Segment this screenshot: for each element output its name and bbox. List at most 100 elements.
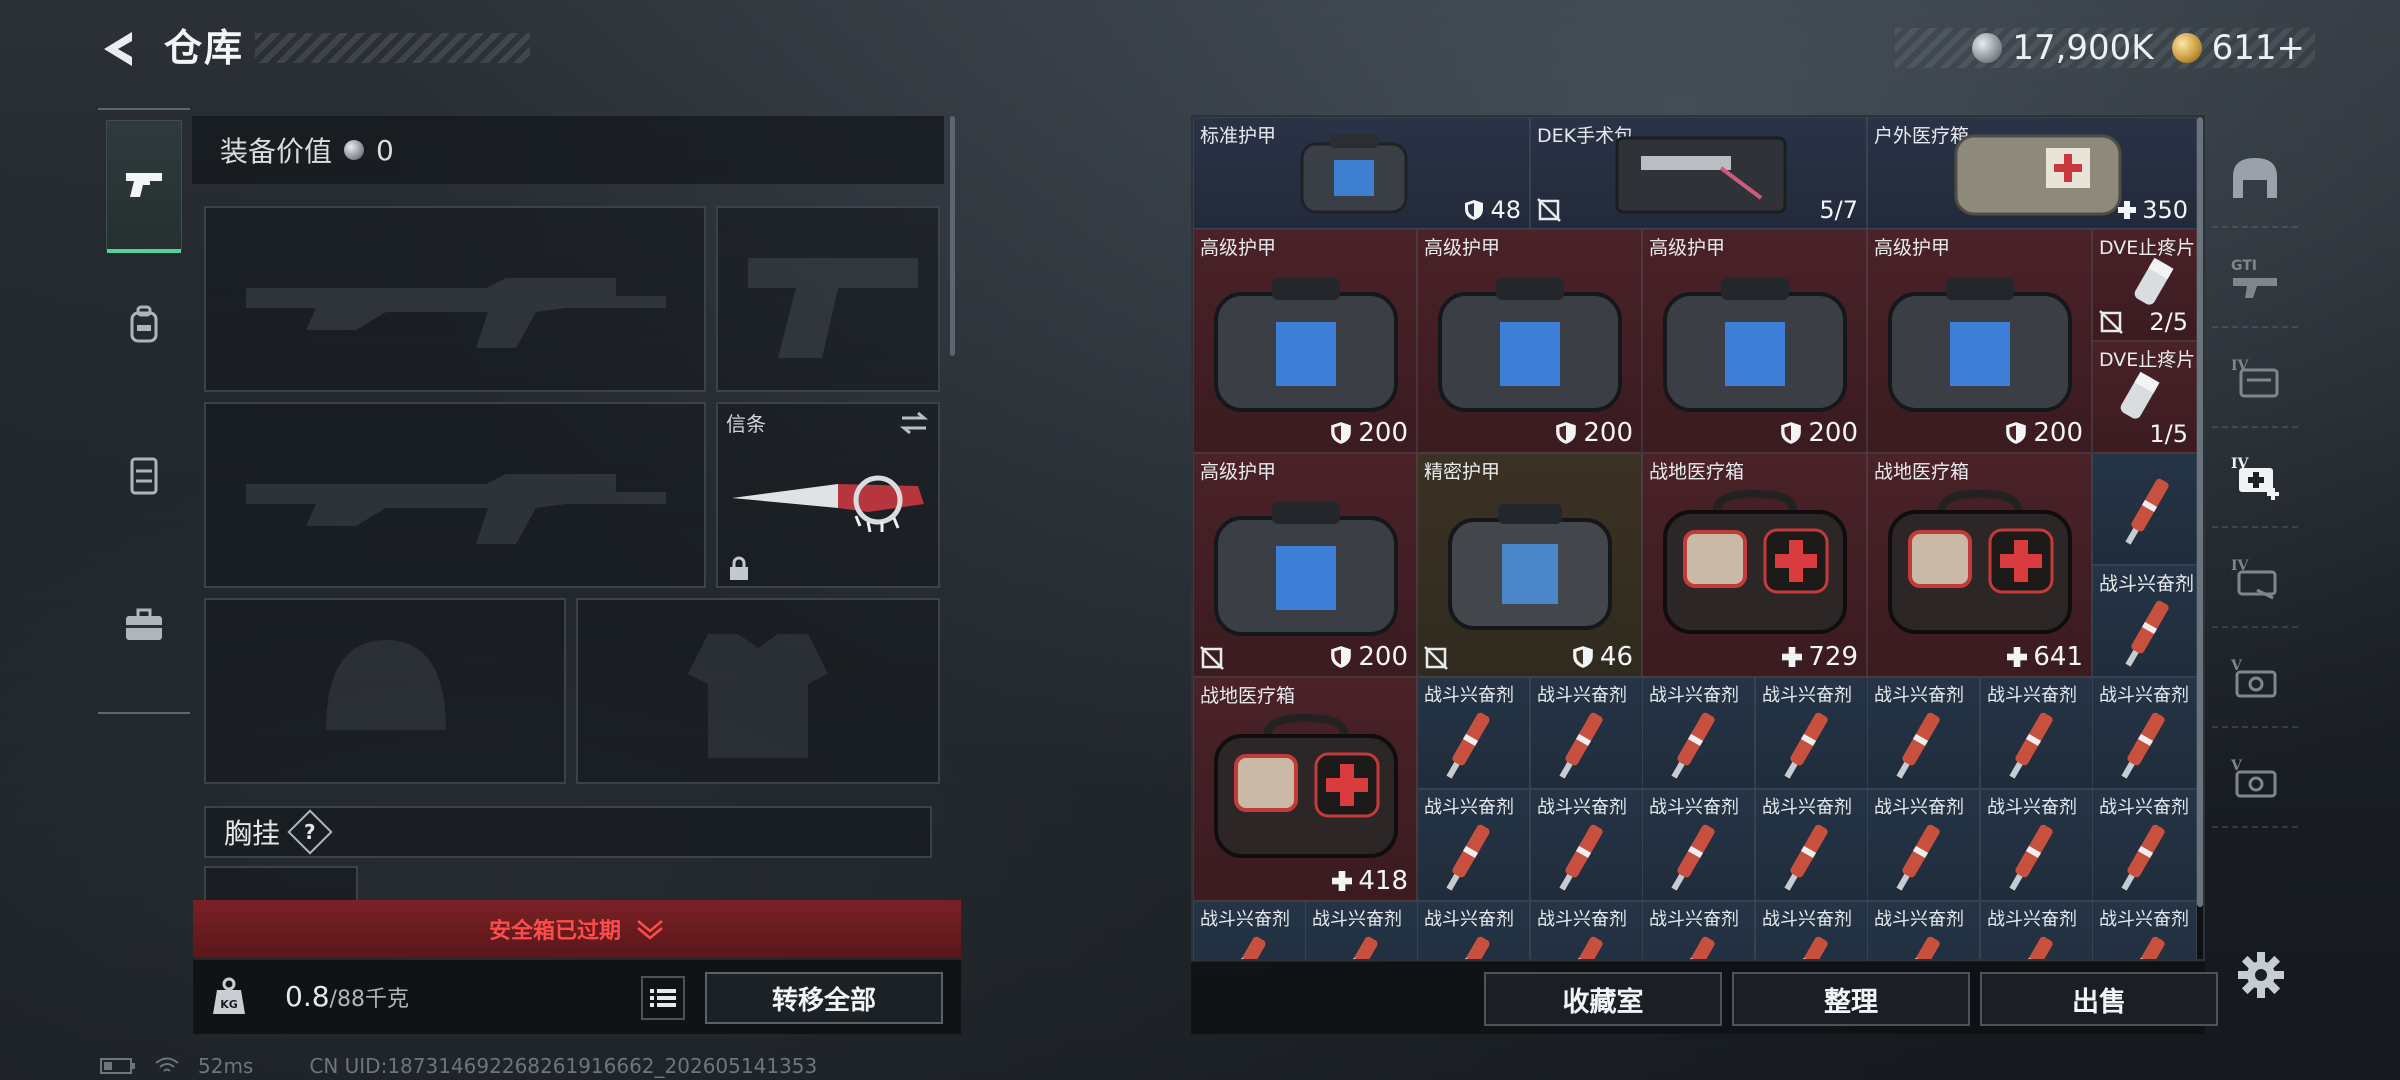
melee-slot[interactable]: 信条 <box>716 402 940 588</box>
item-stat: 2/5 <box>2149 308 2188 336</box>
item-advanced-armor[interactable]: 高级护甲 200 <box>1867 229 2092 453</box>
body-armor-slot[interactable] <box>576 598 940 784</box>
item-stat: 48 <box>1464 196 1521 224</box>
lock-icon <box>730 556 748 580</box>
rifle-silhouette-icon <box>246 278 666 348</box>
item-field-medkit[interactable]: 战地医疗箱 418 <box>1193 677 1417 901</box>
item-dek-surgery-kit[interactable]: DEK手术包 5/7 <box>1530 117 1867 229</box>
item-combat-stimulant[interactable]: 战斗兴奋剂 <box>1530 789 1643 901</box>
item-combat-stimulant[interactable]: 战斗兴奋剂 <box>1530 677 1643 789</box>
rail-case-tab[interactable] <box>106 560 182 690</box>
item-combat-stimulant[interactable]: 战斗兴奋剂 <box>1867 789 1980 901</box>
warehouse-scrollbar[interactable] <box>2197 117 2203 907</box>
stim-injector-icon <box>2127 936 2165 959</box>
item-advanced-armor[interactable]: 高级护甲 200 <box>1193 453 1417 677</box>
item-combat-stimulant[interactable]: 战斗兴奋剂 <box>1980 789 2093 901</box>
stim-injector-icon <box>2125 478 2169 545</box>
item-combat-stimulant[interactable]: 战斗兴奋剂 <box>1980 677 2093 789</box>
warehouse-category-rail: GTI IV IV IV V V <box>2212 114 2298 920</box>
currency-bar: 17,900K 611+ <box>1895 28 2315 68</box>
item-field-medkit[interactable]: 战地医疗箱 641 <box>1867 453 2092 677</box>
item-advanced-armor[interactable]: 高级护甲 200 <box>1193 229 1417 453</box>
item-dve-painkiller[interactable]: DVE止疼片 1/5 <box>2092 341 2197 453</box>
item-name: 战斗兴奋剂 <box>1424 797 1514 818</box>
category-all[interactable] <box>2212 128 2298 228</box>
item-field-medkit[interactable]: 战地医疗箱 729 <box>1642 453 1867 677</box>
shield-icon <box>2006 422 2027 444</box>
item-combat-stimulant[interactable]: 战斗兴奋剂 <box>1867 677 1980 789</box>
primary-weapon-slot-1[interactable] <box>204 206 706 392</box>
category-v-items[interactable]: V <box>2212 628 2298 728</box>
category-gti-weapons[interactable]: GTI <box>2212 228 2298 328</box>
swap-icon[interactable] <box>898 410 930 436</box>
item-combat-stimulant[interactable]: 战斗兴奋剂 <box>1417 677 1530 789</box>
help-icon[interactable]: ? <box>287 809 333 855</box>
item-combat-stimulant[interactable]: 战斗兴奋剂 <box>1755 901 1868 959</box>
item-combat-stimulant[interactable] <box>2092 453 2197 565</box>
item-combat-stimulant[interactable]: 战斗兴奋剂 <box>2092 677 2197 789</box>
category-iv-armor[interactable]: IV <box>2212 328 2298 428</box>
safebox-expired-banner[interactable]: 安全箱已过期 <box>193 900 961 958</box>
item-combat-stimulant[interactable]: 战斗兴奋剂 <box>1305 901 1418 959</box>
item-combat-stimulant[interactable]: 战斗兴奋剂 <box>1417 901 1530 959</box>
transfer-all-button[interactable]: 转移全部 <box>705 972 943 1024</box>
collection-room-button[interactable]: 收藏室 <box>1484 972 1722 1026</box>
sell-button[interactable]: 出售 <box>1980 972 2218 1026</box>
item-combat-stimulant[interactable]: 战斗兴奋剂 <box>1755 789 1868 901</box>
primary-weapon-slot-2[interactable] <box>204 402 706 588</box>
pistol-silhouette-icon <box>748 258 918 358</box>
item-combat-stimulant[interactable]: 战斗兴奋剂 <box>1193 901 1306 959</box>
armor-bag-icon <box>1214 278 1398 412</box>
item-combat-stimulant[interactable]: 战斗兴奋剂 <box>1417 789 1530 901</box>
item-combat-stimulant[interactable]: 战斗兴奋剂 <box>1530 901 1643 959</box>
outdoor-medkit-icon <box>1954 134 2122 216</box>
item-name: 战斗兴奋剂 <box>2099 909 2189 930</box>
helmet-slot[interactable] <box>204 598 566 784</box>
item-outdoor-medkit[interactable]: 户外医疗箱 350 <box>1867 117 2197 229</box>
weight-kg-icon: KG <box>213 977 245 1014</box>
currency-silver[interactable]: 17,900K <box>1972 28 2154 68</box>
item-standard-armor[interactable]: 标准护甲 48 <box>1193 117 1530 229</box>
item-name: 战斗兴奋剂 <box>1762 797 1852 818</box>
silver-coin-icon <box>344 140 365 160</box>
item-combat-stimulant[interactable]: 战斗兴奋剂 <box>1642 789 1755 901</box>
category-iv-tools[interactable]: IV <box>2212 528 2298 628</box>
item-dve-painkiller[interactable]: DVE止疼片 2/5 <box>2092 229 2197 341</box>
item-stat: 5/7 <box>1819 196 1858 224</box>
item-combat-stimulant[interactable]: 战斗兴奋剂 <box>2092 565 2197 677</box>
list-view-button[interactable] <box>641 976 685 1020</box>
title-decoration <box>255 33 530 63</box>
gold-coin-icon <box>2171 33 2202 63</box>
wifi-icon <box>155 1057 179 1072</box>
armor-bag-icon <box>1888 278 2072 412</box>
item-combat-stimulant[interactable]: 战斗兴奋剂 <box>2092 789 2197 901</box>
item-combat-stimulant[interactable]: 战斗兴奋剂 <box>1642 677 1755 789</box>
armor-bag-icon <box>1214 502 1398 636</box>
item-advanced-armor[interactable]: 高级护甲 200 <box>1417 229 1642 453</box>
armor-bag-icon <box>1300 134 1408 214</box>
item-precision-armor[interactable]: 精密护甲 46 <box>1417 453 1642 677</box>
equipment-scrollbar[interactable] <box>950 116 955 356</box>
item-combat-stimulant[interactable]: 战斗兴奋剂 <box>1980 901 2093 959</box>
item-name: 战斗兴奋剂 <box>1312 909 1402 930</box>
item-combat-stimulant[interactable]: 战斗兴奋剂 <box>1642 901 1755 959</box>
sidearm-slot[interactable] <box>716 206 940 392</box>
item-combat-stimulant[interactable]: 战斗兴奋剂 <box>1867 901 1980 959</box>
category-iv-medical[interactable]: IV <box>2212 428 2298 528</box>
rail-backpack-tab[interactable] <box>106 260 182 390</box>
rail-vest-tab[interactable] <box>106 410 182 540</box>
back-button[interactable] <box>96 24 146 74</box>
item-name: 高级护甲 <box>1874 237 1951 259</box>
organize-button[interactable]: 整理 <box>1732 972 1970 1026</box>
settings-button[interactable] <box>2236 950 2286 1000</box>
item-name: 战斗兴奋剂 <box>1874 685 1964 706</box>
stim-injector-icon <box>1559 824 1603 891</box>
stim-injector-icon <box>1452 936 1490 959</box>
currency-gold[interactable]: 611+ <box>2171 28 2305 68</box>
item-advanced-armor[interactable]: 高级护甲 200 <box>1642 229 1867 453</box>
item-combat-stimulant[interactable]: 战斗兴奋剂 <box>1755 677 1868 789</box>
stim-injector-icon <box>1565 936 1603 959</box>
category-v-misc[interactable]: V <box>2212 728 2298 828</box>
item-combat-stimulant[interactable]: 战斗兴奋剂 <box>2092 901 2197 959</box>
rail-weapons-tab[interactable] <box>106 120 182 253</box>
